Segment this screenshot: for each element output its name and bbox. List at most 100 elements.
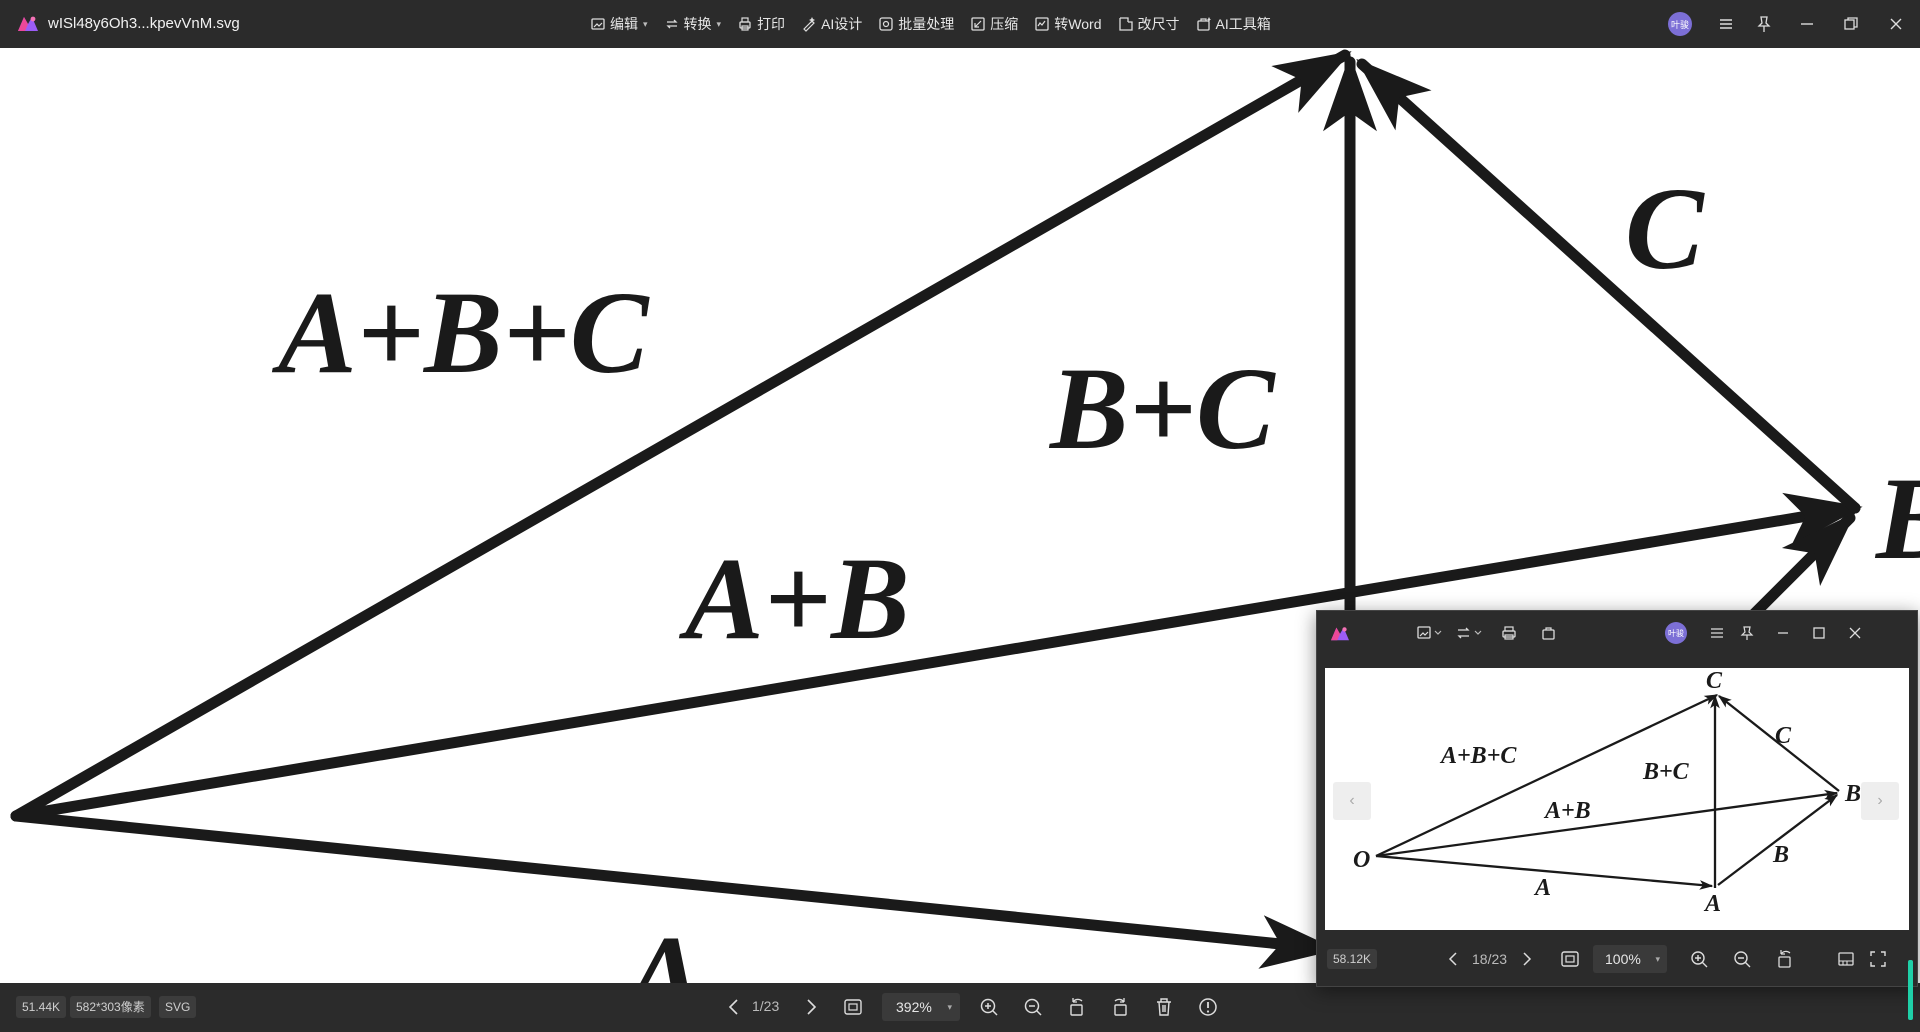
ai-design-icon: [803, 17, 816, 32]
convert-icon[interactable]: [1457, 625, 1485, 641]
zoom-out-icon[interactable]: [1022, 996, 1044, 1018]
fullscreen-icon[interactable]: [1869, 950, 1887, 968]
delete-icon[interactable]: [1153, 996, 1175, 1018]
next-page-icon[interactable]: [1517, 950, 1535, 968]
compress-button[interactable]: 压缩: [970, 14, 1018, 34]
next-page-icon[interactable]: [800, 996, 822, 1018]
chevron-down-icon: ▾: [716, 18, 722, 29]
mini-vector-diagram: C A+B+C B+C C B A+B O B A A: [1353, 668, 1861, 917]
mini-label-a-bottom: A: [1703, 891, 1721, 917]
edit-label: 编辑: [610, 16, 638, 32]
mini-zoom-select[interactable]: 100% ▾: [1593, 945, 1667, 973]
app-logo-icon: [18, 16, 38, 31]
menu-icon[interactable]: [1716, 14, 1736, 34]
resize-button[interactable]: 改尺寸: [1118, 14, 1180, 34]
rotate-left-icon[interactable]: [1066, 996, 1088, 1018]
zoom-in-icon[interactable]: [978, 996, 1000, 1018]
rotate-right-icon[interactable]: [1109, 996, 1131, 1018]
fit-screen-icon[interactable]: [842, 996, 864, 1018]
scrollbar-handle[interactable]: [1908, 960, 1913, 1020]
close-icon[interactable]: [1886, 14, 1906, 34]
batch-button[interactable]: 批量处理: [878, 14, 954, 34]
maximize-icon[interactable]: [1811, 625, 1827, 641]
ai-toolbox-icon: [1196, 17, 1211, 31]
secondary-title-bar: 叶骏: [1317, 611, 1917, 655]
edit-button[interactable]: 编辑 ▾: [590, 14, 648, 34]
mini-label-a-plus-b-plus-c: A+B+C: [1439, 743, 1517, 769]
user-avatar[interactable]: 叶骏: [1668, 12, 1692, 36]
status-bar: 51.44K 582*303像素 SVG 1/23 392% ▾: [0, 983, 1920, 1032]
label-a-plus-b: A+B: [678, 533, 910, 664]
mini-label-b: B: [1772, 842, 1789, 868]
chevron-down-icon: ▾: [947, 1002, 952, 1012]
rotate-left-icon[interactable]: [1775, 949, 1795, 969]
prev-page-icon[interactable]: [723, 996, 745, 1018]
gallery-icon[interactable]: [1837, 950, 1855, 968]
to-word-label: 转Word: [1054, 16, 1102, 32]
app-logo-icon: [1331, 627, 1349, 641]
convert-label: 转换: [683, 16, 712, 32]
printer-icon[interactable]: [1501, 625, 1517, 641]
compress-icon: [971, 17, 985, 31]
mini-file-size-badge: 58.12K: [1327, 949, 1378, 969]
compress-label: 压缩: [990, 16, 1019, 32]
close-icon[interactable]: [1847, 625, 1863, 641]
label-a-plus-b-plus-c: A+B+C: [271, 267, 650, 398]
ai-toolbox-label: AI工具箱: [1215, 16, 1271, 32]
pin-icon[interactable]: [1754, 14, 1774, 34]
mini-label-c: C: [1775, 723, 1792, 749]
page-indicator: 1/23: [752, 998, 780, 1014]
chevron-down-icon: ▾: [1655, 954, 1660, 964]
image-edit-icon[interactable]: [1417, 625, 1445, 641]
resize-label: 改尺寸: [1137, 16, 1180, 32]
mini-zoom-value: 100%: [1605, 951, 1641, 967]
vector-c: [1356, 58, 1861, 514]
zoom-out-icon[interactable]: [1732, 949, 1752, 969]
main-toolbar: 编辑 ▾ 转换 ▾ 打印 AI设计 批量处理 压缩 转Word 改尺寸 AI工具…: [590, 0, 1271, 48]
dimensions-badge: 582*303像素: [70, 996, 151, 1018]
info-icon[interactable]: [1197, 996, 1219, 1018]
prev-page-icon[interactable]: [1445, 950, 1463, 968]
mini-page-indicator: 18/23: [1472, 951, 1508, 967]
minimize-icon[interactable]: [1775, 625, 1791, 641]
convert-button[interactable]: 转换 ▾: [664, 14, 722, 34]
format-badge: SVG: [159, 996, 197, 1018]
label-b-plus-c: B+C: [1048, 343, 1276, 474]
mini-label-b-plus-c: B+C: [1642, 759, 1690, 785]
printer-icon: [739, 17, 751, 31]
menu-icon[interactable]: [1709, 625, 1725, 641]
fit-screen-icon[interactable]: [1560, 949, 1580, 969]
to-word-button[interactable]: 转Word: [1034, 14, 1102, 34]
mini-vector-b: [1717, 794, 1839, 886]
window-title: wISl48y6Oh3...kpevVnM.svg: [48, 15, 240, 32]
ai-design-button[interactable]: AI设计: [801, 14, 862, 34]
chevron-left-icon: ‹: [1349, 792, 1355, 809]
restore-icon[interactable]: [1841, 14, 1861, 34]
ai-toolbox-button[interactable]: AI工具箱: [1196, 14, 1271, 34]
user-avatar[interactable]: 叶骏: [1665, 622, 1687, 644]
zoom-select[interactable]: 392% ▾: [882, 993, 960, 1021]
minimize-icon[interactable]: [1797, 14, 1817, 34]
title-bar: wISl48y6Oh3...kpevVnM.svg 编辑 ▾ 转换 ▾ 打印 AI设…: [0, 0, 1920, 48]
batch-icon: [879, 17, 893, 31]
pin-icon[interactable]: [1739, 625, 1755, 641]
zoom-in-icon[interactable]: [1689, 949, 1709, 969]
convert-icon: [665, 19, 678, 29]
mini-label-a: A: [1533, 875, 1551, 901]
print-button[interactable]: 打印: [737, 14, 785, 34]
ai-toolbox-icon[interactable]: [1541, 625, 1557, 641]
word-icon: [1035, 17, 1049, 31]
image-edit-icon: [591, 18, 605, 30]
secondary-viewer-window[interactable]: 叶骏 C A+B+C B+C C B A+B O B A A ‹ › 58.12…: [1316, 610, 1918, 987]
chevron-right-icon: ›: [1877, 792, 1883, 809]
secondary-status-bar: 58.12K 18/23 100% ▾: [1317, 935, 1917, 985]
mini-prev-image-button[interactable]: ‹: [1333, 782, 1371, 820]
mini-label-b-right: B: [1844, 781, 1861, 807]
secondary-image-canvas[interactable]: C A+B+C B+C C B A+B O B A A: [1325, 668, 1909, 930]
mini-next-image-button[interactable]: ›: [1861, 782, 1899, 820]
print-label: 打印: [757, 16, 786, 32]
chevron-down-icon: ▾: [643, 18, 648, 29]
mini-label-a-plus-b: A+B: [1543, 798, 1591, 824]
ai-design-label: AI设计: [821, 16, 863, 32]
zoom-value: 392%: [896, 999, 932, 1015]
